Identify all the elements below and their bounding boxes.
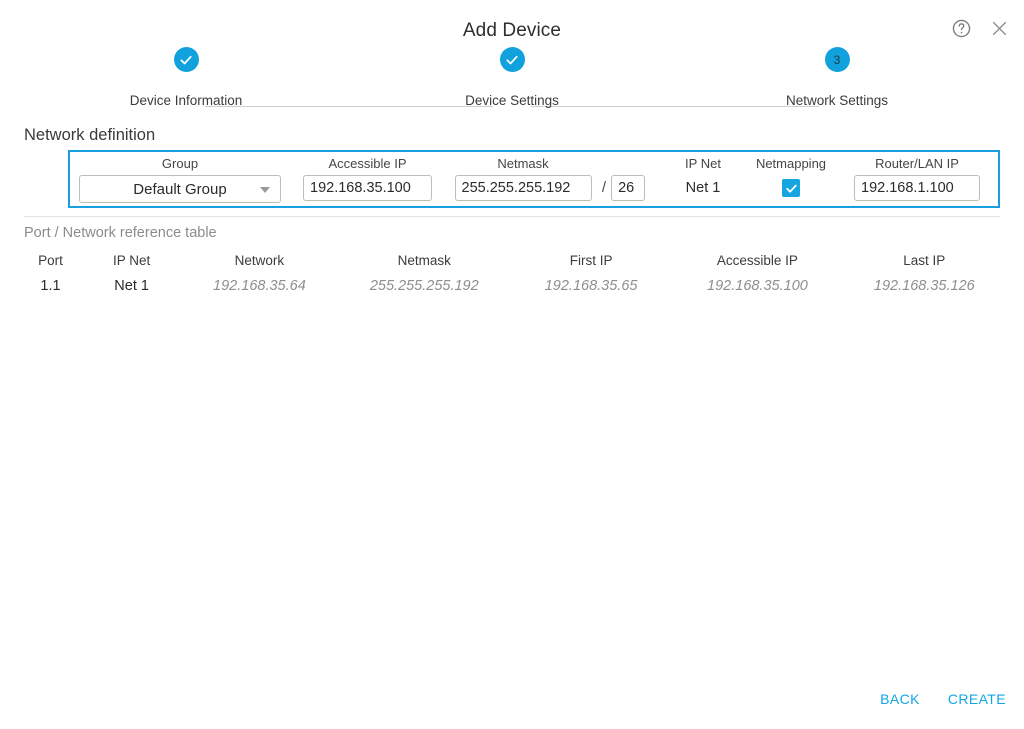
label-accessible-ip: Accessible IP xyxy=(328,156,407,171)
col-last-ip: Last IP xyxy=(903,253,946,268)
dialog-footer: BACK CREATE xyxy=(878,687,1008,711)
field-router-lan-ip: Router/LAN IP xyxy=(854,150,980,201)
cell-last-ip: 192.168.35.126 xyxy=(873,278,975,294)
field-ip-net: IP Net Net 1 xyxy=(670,150,736,201)
label-group: Group xyxy=(161,156,199,171)
check-icon xyxy=(180,55,192,64)
col-accessible-ip: Accessible IP xyxy=(716,253,798,268)
page-title: Add Device xyxy=(462,20,562,41)
table-row: 1.1 Net 1 192.168.35.64 255.255.255.192 … xyxy=(16,277,1008,295)
field-netmask: Netmask xyxy=(453,150,593,201)
chevron-down-icon xyxy=(260,187,270,193)
netmapping-checkbox[interactable] xyxy=(782,179,800,197)
step-circle-3[interactable]: 3 xyxy=(824,47,850,72)
stepper-step-network-settings[interactable]: 3 Network Settings xyxy=(737,47,937,108)
check-icon xyxy=(785,184,797,193)
group-select[interactable]: Default Group xyxy=(79,175,281,203)
field-netmask-prefix: / xyxy=(593,150,649,201)
cell-ip-net: Net 1 xyxy=(114,278,149,294)
netmask-prefix-input[interactable] xyxy=(611,175,646,201)
stepper-step-device-information[interactable]: Device Information xyxy=(86,47,286,108)
section-divider xyxy=(24,216,1000,217)
table-header-row: Port IP Net Network Netmask First IP Acc… xyxy=(16,252,1008,277)
step-number-3: 3 xyxy=(833,52,841,67)
accessible-ip-input[interactable] xyxy=(303,175,432,201)
field-group: Group Default Group xyxy=(79,150,281,203)
col-port: Port xyxy=(38,253,63,268)
label-ip-net: IP Net xyxy=(685,156,721,171)
label-router-lan-ip: Router/LAN IP xyxy=(875,156,959,171)
cell-netmask: 255.255.255.192 xyxy=(369,278,479,294)
field-accessible-ip: Accessible IP xyxy=(303,150,432,201)
router-lan-ip-input[interactable] xyxy=(854,175,980,201)
network-definition-heading: Network definition xyxy=(24,126,156,144)
reference-table-caption: Port / Network reference table xyxy=(24,225,217,241)
ip-net-value: Net 1 xyxy=(685,180,721,196)
check-icon xyxy=(506,55,518,64)
network-definition-fields: Group Default Group Accessible IP Netmas… xyxy=(68,150,1000,208)
group-select-value: Default Group xyxy=(133,180,227,198)
step-circle-1[interactable] xyxy=(173,47,199,72)
stepper-label-1: Device Information xyxy=(129,93,243,108)
label-netmask: Netmask xyxy=(497,156,549,171)
col-netmask: Netmask xyxy=(397,253,451,268)
col-ip-net: IP Net xyxy=(112,253,151,268)
step-circle-2[interactable] xyxy=(499,47,525,72)
netmask-group xyxy=(454,175,592,201)
netmask-separator: / xyxy=(601,179,607,196)
port-network-reference-table: Port IP Net Network Netmask First IP Acc… xyxy=(16,252,1008,295)
stepper-label-2: Device Settings xyxy=(465,93,559,108)
col-network: Network xyxy=(234,253,285,268)
back-button[interactable]: BACK xyxy=(878,687,922,711)
col-first-ip: First IP xyxy=(569,253,613,268)
cell-accessible-ip: 192.168.35.100 xyxy=(707,278,808,294)
stepper-step-device-settings[interactable]: Device Settings xyxy=(412,47,612,108)
cell-first-ip: 192.168.35.65 xyxy=(544,278,638,294)
create-button[interactable]: CREATE xyxy=(946,687,1008,711)
stepper-label-3: Network Settings xyxy=(785,93,889,108)
field-netmapping: Netmapping xyxy=(748,150,834,197)
wizard-stepper: Device Information Device Settings 3 Net… xyxy=(0,47,1024,117)
cell-network: 192.168.35.64 xyxy=(213,278,306,294)
label-netmapping: Netmapping xyxy=(755,156,827,171)
cell-port: 1.1 xyxy=(40,278,61,294)
netmask-input[interactable] xyxy=(454,175,592,201)
